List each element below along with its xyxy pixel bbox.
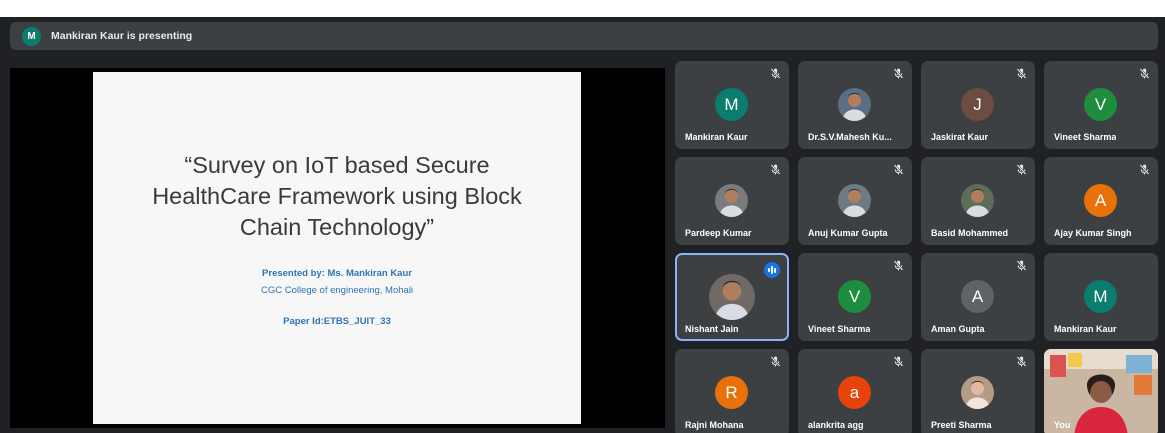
mic-off-icon (892, 259, 905, 272)
participant-avatar: J (961, 88, 994, 121)
speaking-indicator-icon (764, 262, 780, 278)
meeting-window: M Mankiran Kaur is presenting “Survey on… (0, 17, 1165, 433)
slide-college: CGC College of engineering, Mohali (260, 285, 414, 296)
participant-name: alankrita agg (808, 420, 864, 430)
participant-avatar: M (1084, 280, 1117, 313)
participant-tile[interactable]: J Jaskirat Kaur (921, 61, 1035, 149)
participant-tile[interactable]: Preeti Sharma (921, 349, 1035, 433)
presenter-text: Mankiran Kaur is presenting (51, 30, 193, 42)
participant-name: Anuj Kumar Gupta (808, 228, 888, 238)
presenter-avatar: M (22, 26, 41, 46)
participant-name: Preeti Sharma (931, 420, 992, 430)
mic-off-icon (769, 67, 782, 80)
participant-name: Rajni Mohana (685, 420, 744, 430)
participant-name: Mankiran Kaur (685, 132, 748, 142)
participant-name: Basid Mohammed (931, 228, 1009, 238)
participant-tile[interactable]: R Rajni Mohana (675, 349, 789, 433)
participant-tile[interactable]: V Vineet Sharma (798, 253, 912, 341)
slide-title-line: HealthCare Framework using Block (152, 183, 522, 209)
participant-tile[interactable]: M Mankiran Kaur (675, 61, 789, 149)
participant-tile[interactable]: A Ajay Kumar Singh (1044, 157, 1158, 245)
slide-presenter: Presented by: Ms. Mankiran Kaur (262, 268, 412, 279)
participant-photo (961, 376, 994, 409)
participant-photo (961, 184, 994, 217)
participant-avatar: V (838, 280, 871, 313)
participant-name: Aman Gupta (931, 324, 985, 334)
participant-name: Pardeep Kumar (685, 228, 752, 238)
slide-paper-id: Paper Id:ETBS_JUIT_33 (283, 316, 391, 327)
participant-tile[interactable]: Basid Mohammed (921, 157, 1035, 245)
participant-tile[interactable]: Dr.S.V.Mahesh Ku... (798, 61, 912, 149)
participant-tile[interactable]: Anuj Kumar Gupta (798, 157, 912, 245)
participant-photo (838, 88, 871, 121)
mic-off-icon (1015, 259, 1028, 272)
participant-name: You (1054, 420, 1071, 430)
mic-off-icon (892, 163, 905, 176)
presentation-stage: “Survey on IoT based Secure HealthCare F… (10, 68, 665, 428)
participant-avatar: M (715, 88, 748, 121)
participant-name: Jaskirat Kaur (931, 132, 989, 142)
slide-title: “Survey on IoT based Secure HealthCare F… (93, 150, 581, 243)
participant-tile[interactable]: Nishant Jain (675, 253, 789, 341)
presenter-banner[interactable]: M Mankiran Kaur is presenting (10, 22, 1158, 50)
mic-off-icon (1015, 163, 1028, 176)
mic-off-icon (769, 163, 782, 176)
participant-tile[interactable]: You (1044, 349, 1158, 433)
participant-tile[interactable]: a alankrita agg (798, 349, 912, 433)
participant-photo (709, 274, 755, 320)
mic-off-icon (1015, 67, 1028, 80)
mic-off-icon (769, 355, 782, 368)
participant-photo (715, 184, 748, 217)
participant-avatar: V (1084, 88, 1117, 121)
participant-avatar: R (715, 376, 748, 409)
participant-name: Vineet Sharma (808, 324, 871, 334)
participant-tile[interactable]: Pardeep Kumar (675, 157, 789, 245)
mic-off-icon (1138, 67, 1151, 80)
mic-off-icon (1138, 163, 1151, 176)
participant-avatar: A (1084, 184, 1117, 217)
slide-title-line: Chain Technology” (239, 214, 435, 240)
participant-name: Mankiran Kaur (1054, 324, 1117, 334)
mic-off-icon (892, 355, 905, 368)
participant-avatar: A (961, 280, 994, 313)
mic-off-icon (892, 67, 905, 80)
slide-title-line: “Survey on IoT based Secure (184, 152, 490, 178)
participant-tile[interactable]: A Aman Gupta (921, 253, 1035, 341)
participant-name: Nishant Jain (685, 324, 739, 334)
presentation-slide: “Survey on IoT based Secure HealthCare F… (93, 72, 581, 424)
participant-name: Vineet Sharma (1054, 132, 1117, 142)
participant-avatar: a (838, 376, 871, 409)
participant-name: Dr.S.V.Mahesh Ku... (808, 132, 892, 142)
mic-off-icon (1015, 355, 1028, 368)
participant-tile[interactable]: V Vineet Sharma (1044, 61, 1158, 149)
participant-photo (838, 184, 871, 217)
participant-tile[interactable]: M Mankiran Kaur (1044, 253, 1158, 341)
participant-name: Ajay Kumar Singh (1054, 228, 1132, 238)
